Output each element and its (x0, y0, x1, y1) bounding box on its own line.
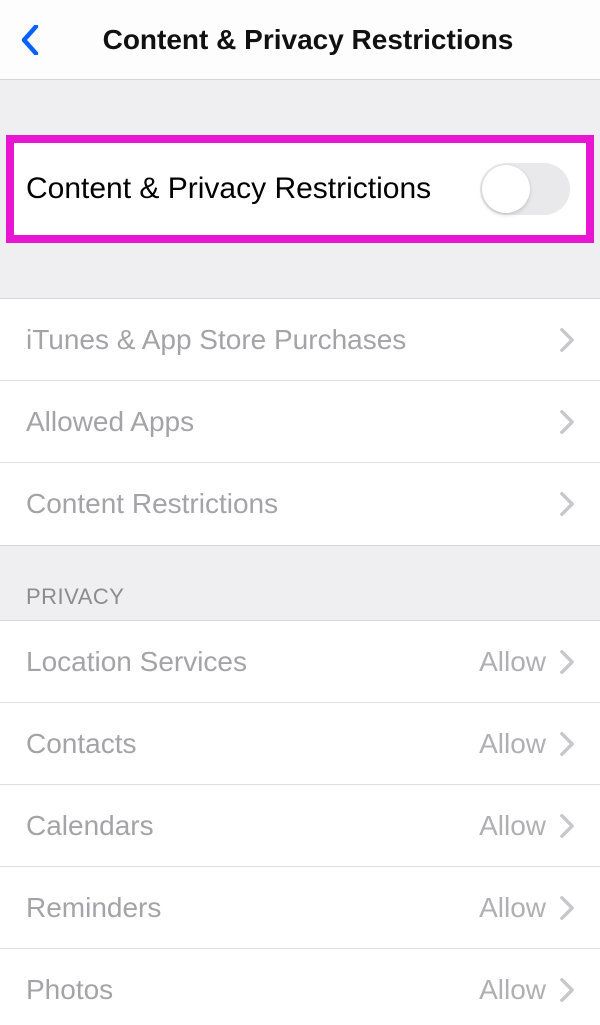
row-label: Contacts (26, 728, 479, 760)
chevron-right-icon (560, 978, 574, 1002)
chevron-right-icon (560, 492, 574, 516)
chevron-right-icon (560, 328, 574, 352)
page-title: Content & Privacy Restrictions (28, 24, 588, 56)
reminders-row[interactable]: Reminders Allow (0, 867, 600, 949)
spacer (0, 243, 600, 298)
itunes-appstore-purchases-row[interactable]: iTunes & App Store Purchases (0, 299, 600, 381)
row-value: Allow (479, 810, 546, 842)
row-label: Content Restrictions (26, 488, 560, 520)
location-services-row[interactable]: Location Services Allow (0, 621, 600, 703)
row-label: Reminders (26, 892, 479, 924)
row-label: Location Services (26, 646, 479, 678)
chevron-right-icon (560, 896, 574, 920)
allowed-apps-row[interactable]: Allowed Apps (0, 381, 600, 463)
content-privacy-toggle[interactable] (480, 163, 570, 215)
nav-header: Content & Privacy Restrictions (0, 0, 600, 80)
toggle-knob (482, 165, 530, 213)
row-value: Allow (479, 892, 546, 924)
content-privacy-toggle-row[interactable]: Content & Privacy Restrictions (20, 149, 580, 229)
row-label: Photos (26, 974, 479, 1006)
row-value: Allow (479, 728, 546, 760)
purchases-group: iTunes & App Store Purchases Allowed App… (0, 298, 600, 546)
chevron-right-icon (560, 732, 574, 756)
highlight-annotation: Content & Privacy Restrictions (6, 135, 594, 243)
chevron-right-icon (560, 410, 574, 434)
chevron-right-icon (560, 814, 574, 838)
row-label: Calendars (26, 810, 479, 842)
privacy-group: Location Services Allow Contacts Allow C… (0, 620, 600, 1025)
contacts-row[interactable]: Contacts Allow (0, 703, 600, 785)
chevron-right-icon (560, 650, 574, 674)
row-value: Allow (479, 974, 546, 1006)
content-privacy-toggle-label: Content & Privacy Restrictions (26, 172, 480, 206)
content-restrictions-row[interactable]: Content Restrictions (0, 463, 600, 545)
content-scroll[interactable]: Content & Privacy Restrictions iTunes & … (0, 80, 600, 1025)
row-value: Allow (479, 646, 546, 678)
calendars-row[interactable]: Calendars Allow (0, 785, 600, 867)
row-label: iTunes & App Store Purchases (26, 324, 560, 356)
photos-row[interactable]: Photos Allow (0, 949, 600, 1025)
privacy-section-header: PRIVACY (0, 546, 600, 620)
spacer (0, 80, 600, 135)
row-label: Allowed Apps (26, 406, 560, 438)
